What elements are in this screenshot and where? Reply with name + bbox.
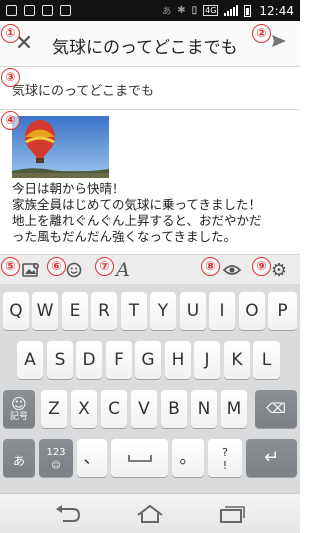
emoji-icon[interactable] xyxy=(63,259,85,281)
key[interactable]: R xyxy=(91,292,117,330)
text-style-icon[interactable]: A xyxy=(112,259,134,281)
enter-key[interactable]: ↵ xyxy=(246,439,297,477)
space-key[interactable] xyxy=(111,439,168,477)
signal-icon xyxy=(224,5,239,16)
key[interactable]: I xyxy=(209,292,235,330)
body-line: 今日は朝から快晴！ xyxy=(12,181,125,196)
image-icon xyxy=(24,5,35,16)
status-bar: あ ✱ ▯ 4G 12:44 xyxy=(0,0,300,21)
annotation-badge: ⑦ xyxy=(95,257,114,276)
key[interactable]: G xyxy=(135,341,161,379)
annotation-badge: ③ xyxy=(1,68,20,87)
key[interactable]: M xyxy=(221,390,247,428)
bluetooth-icon: ✱ xyxy=(177,5,186,16)
navigation-bar xyxy=(0,493,300,533)
vibrate-icon: ▯ xyxy=(191,5,198,16)
backspace-icon[interactable]: ⌫ xyxy=(255,390,297,428)
body-line: 地上を離れぐんぐん上昇すると、おだやかだ xyxy=(12,213,262,228)
body-line: 家族全員はじめての気球に乗ってきました！ xyxy=(12,197,262,212)
number-mode-key[interactable]: 123 ☺ xyxy=(39,439,73,477)
hot-air-balloon-photo[interactable] xyxy=(12,116,109,178)
key[interactable]: C xyxy=(101,390,127,428)
comma-key[interactable]: 、 xyxy=(77,439,107,477)
key[interactable]: J xyxy=(194,341,220,379)
clipboard-icon xyxy=(60,5,71,16)
key[interactable]: T xyxy=(121,292,147,330)
key[interactable]: V xyxy=(131,390,157,428)
kana-key[interactable]: あ xyxy=(3,439,35,477)
key[interactable]: Q xyxy=(3,292,29,330)
key[interactable]: U xyxy=(180,292,206,330)
back-icon[interactable] xyxy=(52,502,82,526)
annotation-badge: ⑧ xyxy=(201,257,220,276)
key[interactable]: N xyxy=(191,390,217,428)
key[interactable]: H xyxy=(165,341,191,379)
notification-icon xyxy=(6,5,17,16)
annotation-badge: ⑨ xyxy=(252,257,271,276)
annotation-badge: ⑥ xyxy=(47,257,66,276)
annotation-badge: ⑤ xyxy=(1,257,20,276)
key[interactable]: Y xyxy=(150,292,176,330)
post-body-text: 今日は朝から快晴！ 家族全員はじめての気球に乗ってきました！ 地上を離れぐんぐん… xyxy=(12,181,294,245)
annotation-badge: ① xyxy=(1,24,20,43)
add-photo-icon[interactable] xyxy=(20,259,42,281)
settings-icon[interactable]: ⚙ xyxy=(268,259,290,281)
key[interactable]: X xyxy=(71,390,97,428)
key[interactable]: S xyxy=(47,341,73,379)
key[interactable]: F xyxy=(106,341,132,379)
key[interactable]: D xyxy=(76,341,102,379)
key[interactable]: E xyxy=(62,292,88,330)
key[interactable]: P xyxy=(268,292,297,330)
input-mode-chip: あ xyxy=(162,7,172,17)
page-title: 気球にのってどこまでも xyxy=(52,38,238,58)
punctuation-key[interactable]: ? ! xyxy=(208,439,242,477)
key[interactable]: A xyxy=(17,341,43,379)
key[interactable]: W xyxy=(32,292,58,330)
title-field-value: 気球にのってどこまでも xyxy=(12,84,154,99)
body-line: った風もだんだん強くなってきました。 xyxy=(12,229,237,244)
battery-icon xyxy=(244,4,252,17)
annotation-badge: ② xyxy=(252,24,271,43)
software-keyboard: Q W E R T Y U I O P A S D F G H J K L ☺ … xyxy=(0,284,300,493)
preview-icon[interactable] xyxy=(221,259,243,281)
key[interactable]: K xyxy=(224,341,250,379)
recent-apps-icon[interactable] xyxy=(216,502,246,526)
key[interactable]: Z xyxy=(41,390,67,428)
home-icon[interactable] xyxy=(135,502,165,526)
key[interactable]: L xyxy=(253,341,280,379)
send-icon[interactable] xyxy=(268,33,290,55)
period-key[interactable]: 。 xyxy=(172,439,204,477)
key[interactable]: O xyxy=(239,292,265,330)
post-body-editor[interactable]: 今日は朝から快晴！ 家族全員はじめての気球に乗ってきました！ 地上を離れぐんぐん… xyxy=(0,110,300,254)
annotation-badge: ④ xyxy=(1,111,20,130)
network-type: 4G xyxy=(203,5,219,16)
mail-icon xyxy=(42,5,53,16)
symbols-key[interactable]: ☺ 記号 xyxy=(3,390,35,428)
title-field[interactable]: 気球にのってどこまでも xyxy=(0,67,300,110)
key[interactable]: B xyxy=(161,390,187,428)
clock: 12:44 xyxy=(259,3,294,18)
